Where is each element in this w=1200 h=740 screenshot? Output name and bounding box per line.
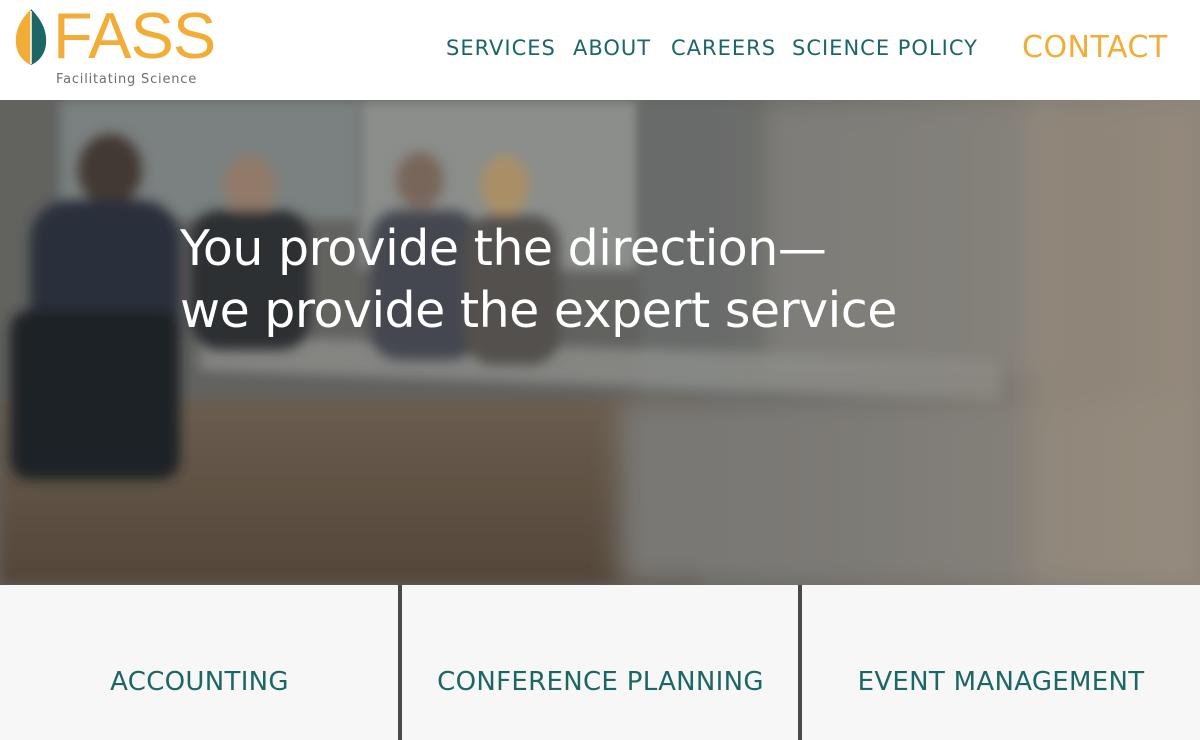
hero-headline-line-2: we provide the expert service <box>180 282 897 339</box>
logo-tagline: Facilitating Science <box>56 72 198 87</box>
service-tile-label: EVENT MANAGEMENT <box>857 666 1145 697</box>
site-header: FASS Facilitating Science SERVICES ABOUT… <box>0 0 1200 100</box>
logo-wordmark: FASS <box>53 0 216 72</box>
service-tile-conference-planning[interactable]: CONFERENCE PLANNING <box>402 585 799 740</box>
service-tiles: ACCOUNTING CONFERENCE PLANNING EVENT MAN… <box>0 585 1200 740</box>
home-logo-link[interactable]: FASS Facilitating Science <box>14 0 216 94</box>
page: FASS Facilitating Science SERVICES ABOUT… <box>0 0 1200 740</box>
service-tile-accounting[interactable]: ACCOUNTING <box>0 585 399 740</box>
nav-item-services[interactable]: SERVICES <box>446 36 556 60</box>
service-tile-event-management[interactable]: EVENT MANAGEMENT <box>802 585 1200 740</box>
nav-item-careers[interactable]: CAREERS <box>671 36 776 60</box>
hero-banner: You provide the direction— we provide th… <box>0 100 1200 585</box>
nav-item-science-policy[interactable]: SCIENCE POLICY <box>792 36 978 60</box>
leaf-icon <box>15 9 47 65</box>
nav-item-about[interactable]: ABOUT <box>573 36 651 60</box>
service-tile-label: ACCOUNTING <box>110 666 289 697</box>
nav-item-contact[interactable]: CONTACT <box>1022 30 1168 65</box>
service-tile-label: CONFERENCE PLANNING <box>437 666 764 697</box>
hero-overlay <box>0 100 1200 585</box>
hero-headline: You provide the direction— we provide th… <box>180 218 940 342</box>
hero-headline-line-1: You provide the direction— <box>180 220 827 277</box>
